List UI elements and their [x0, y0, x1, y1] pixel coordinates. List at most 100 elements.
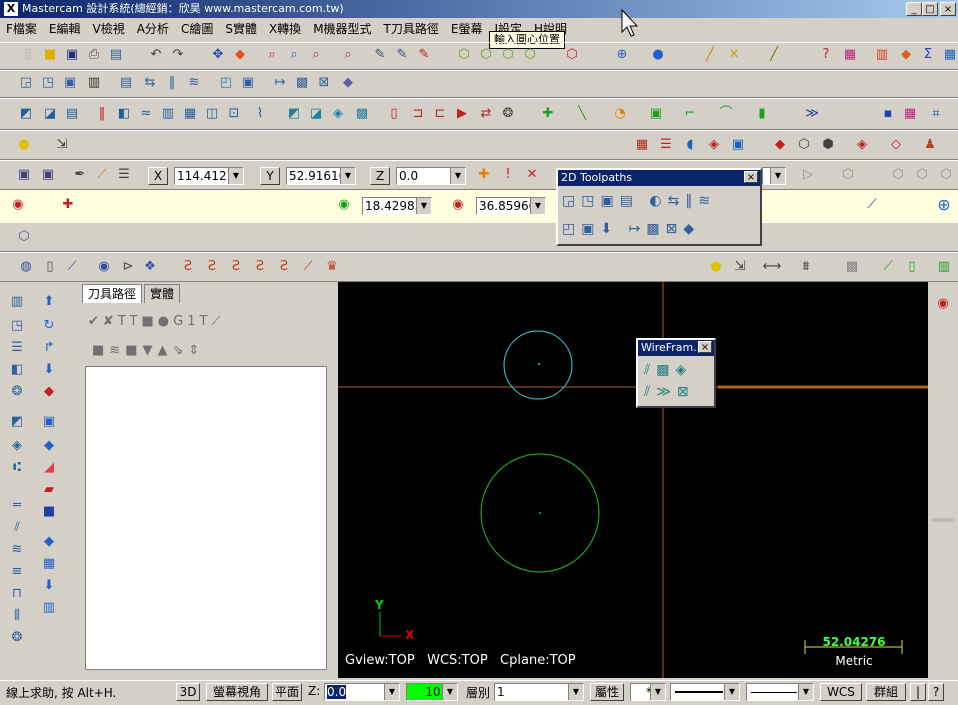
- solid-op7-icon[interactable]: ♛: [322, 258, 342, 276]
- vert-box-icon[interactable]: ▣: [38, 412, 60, 432]
- multiaxis-drill-icon[interactable]: ⊐: [408, 105, 428, 123]
- vert-tool-5-icon[interactable]: ❂: [6, 382, 28, 402]
- chevron-down-icon[interactable]: ▼: [450, 168, 465, 184]
- operations-icon[interactable]: ▥: [872, 46, 892, 64]
- lightbulb-icon[interactable]: ●: [14, 136, 34, 154]
- wcs-button[interactable]: WCS: [820, 683, 862, 701]
- transform-toolpath-icon[interactable]: ↦: [270, 74, 290, 92]
- y-coordinate-field[interactable]: 52.91616 ▼: [286, 167, 356, 185]
- layer-stack-icon[interactable]: ☰: [114, 166, 134, 184]
- shading-icon[interactable]: ⬡: [562, 46, 582, 64]
- surface-flowline-icon[interactable]: ▥: [158, 105, 178, 123]
- contour-toolpath-icon[interactable]: ◲: [16, 74, 36, 92]
- solid-op6-icon[interactable]: ⟋: [298, 258, 318, 276]
- multiaxis-5axis-icon[interactable]: ▶: [452, 105, 472, 123]
- nest-parts-icon[interactable]: ⌗: [926, 105, 946, 123]
- print-icon[interactable]: ⎙: [84, 46, 104, 64]
- fast-point-icon[interactable]: ✚: [474, 166, 494, 184]
- new-file-icon[interactable]: ▯: [18, 46, 38, 64]
- move-down-icon[interactable]: ▼: [143, 343, 158, 358]
- outline-view-icon[interactable]: ⬡: [520, 46, 540, 64]
- separator-button[interactable]: |: [910, 683, 926, 701]
- screen-clear-icon[interactable]: ✎: [370, 46, 390, 64]
- scale-icon[interactable]: ⇲: [730, 258, 750, 276]
- circle-small[interactable]: [503, 330, 573, 400]
- vert-cube-icon[interactable]: ◆: [38, 382, 60, 402]
- toggle-display-icon[interactable]: ≋: [109, 343, 125, 358]
- 3d-button[interactable]: 3D: [176, 683, 200, 701]
- radius-field[interactable]: 18.42983 ▼: [362, 197, 432, 215]
- solid-cube-icon[interactable]: ⬢: [818, 136, 838, 154]
- ruled-icon[interactable]: ☰: [656, 136, 676, 154]
- surface-rough-icon[interactable]: ◩: [16, 105, 36, 123]
- wireframe-view-icon[interactable]: ⬡: [476, 46, 496, 64]
- pen-icon[interactable]: ✒: [70, 166, 90, 184]
- polyline-icon[interactable]: ⌒: [716, 105, 736, 123]
- insert-arrow-icon[interactable]: ⇘: [173, 343, 189, 358]
- align-icon[interactable]: ⩩: [796, 258, 816, 276]
- trim-toolpath-icon[interactable]: ▩: [292, 74, 312, 92]
- dimension-icon[interactable]: ⟷: [762, 258, 782, 276]
- solid-boolean-icon[interactable]: ◈: [852, 136, 872, 154]
- regen-icon[interactable]: T: [118, 314, 130, 329]
- face-toolpath-icon[interactable]: ▣: [60, 74, 80, 92]
- undo-icon[interactable]: ↶: [146, 46, 166, 64]
- maximize-button[interactable]: □: [922, 2, 938, 16]
- nest-icon[interactable]: ▪: [878, 105, 898, 123]
- move-up-icon[interactable]: ▲: [158, 343, 173, 358]
- scroll-icon[interactable]: ⇕: [188, 343, 204, 358]
- stock-model-icon[interactable]: ◆: [338, 74, 358, 92]
- diameter-icon[interactable]: ◉: [448, 196, 468, 214]
- chevron-down-icon[interactable]: ▼: [442, 684, 457, 700]
- vert-rotate-icon[interactable]: ↻: [38, 316, 60, 336]
- chevron-down-icon[interactable]: ▼: [650, 684, 665, 700]
- multiaxis-curve-icon[interactable]: ◪: [306, 105, 326, 123]
- line-icon[interactable]: ╲: [572, 105, 592, 123]
- verify-icon[interactable]: ●: [158, 314, 173, 329]
- tp-stock-icon[interactable]: ◆: [683, 221, 700, 237]
- select-polygon-icon[interactable]: ⬡: [888, 166, 908, 184]
- menu-item-3[interactable]: A分析: [131, 20, 175, 37]
- hidden-view-icon[interactable]: ⬡: [498, 46, 518, 64]
- sum-icon[interactable]: Σ: [918, 46, 938, 64]
- select-all-ops-icon[interactable]: ✔: [88, 314, 103, 329]
- multiaxis-flow-icon[interactable]: ▩: [352, 105, 372, 123]
- chevron-down-icon[interactable]: ▼: [228, 168, 243, 184]
- wf-coons-icon[interactable]: ⊠: [677, 384, 695, 400]
- slot-toolpath-icon[interactable]: ▤: [116, 74, 136, 92]
- vert-tool-12-icon[interactable]: ≡: [6, 562, 28, 582]
- tab-solid[interactable]: 實體: [144, 284, 181, 303]
- y-label[interactable]: Y: [260, 167, 280, 185]
- wf-sweep-icon[interactable]: ≫: [656, 384, 677, 400]
- vert-arrow-up-icon[interactable]: ⬆: [38, 292, 60, 312]
- tp-contour-icon[interactable]: ◲: [562, 193, 581, 209]
- ribbon-curve-icon[interactable]: ⟋: [862, 196, 882, 214]
- select-chain-icon[interactable]: ⬡: [912, 166, 932, 184]
- close-icon[interactable]: ×: [744, 171, 758, 183]
- solid-trim-icon[interactable]: ◇: [886, 136, 906, 154]
- center-point-icon[interactable]: ◉: [334, 196, 354, 214]
- light-icon[interactable]: ●: [706, 258, 726, 276]
- vert-curve-icon[interactable]: ↱: [38, 338, 60, 358]
- open-folder-icon[interactable]: ■: [40, 46, 60, 64]
- tab-toolpath[interactable]: 刀具路徑: [82, 284, 143, 303]
- vert-tool-14-icon[interactable]: ⫼: [6, 606, 28, 626]
- circle-mill-icon[interactable]: ◰: [216, 74, 236, 92]
- zoom-fit-icon[interactable]: ⌕: [284, 46, 304, 64]
- green-panel-icon[interactable]: ▥: [934, 258, 954, 276]
- zoom-window-icon[interactable]: ⌕: [262, 46, 282, 64]
- z-label[interactable]: Z: [370, 167, 390, 185]
- tp-circle-icon[interactable]: ◐: [649, 193, 667, 209]
- zoom-out-icon[interactable]: ⌕: [306, 46, 326, 64]
- nest-toolpath-icon[interactable]: ⊠: [314, 74, 334, 92]
- vert-solid-icon[interactable]: ◆: [38, 436, 60, 456]
- close-icon[interactable]: ×: [698, 341, 712, 353]
- lock-icon[interactable]: ■: [92, 343, 109, 358]
- solid-op2-icon[interactable]: Ƨ: [202, 258, 222, 276]
- post-icon[interactable]: G1: [173, 314, 199, 329]
- chart-icon[interactable]: ▦: [840, 46, 860, 64]
- helix-toolpath-icon[interactable]: ≋: [184, 74, 204, 92]
- chevron-down-icon[interactable]: ▼: [798, 684, 813, 700]
- multiaxis-tilt-icon[interactable]: ⇄: [476, 105, 496, 123]
- vert-tool-1-icon[interactable]: ▥: [6, 292, 28, 312]
